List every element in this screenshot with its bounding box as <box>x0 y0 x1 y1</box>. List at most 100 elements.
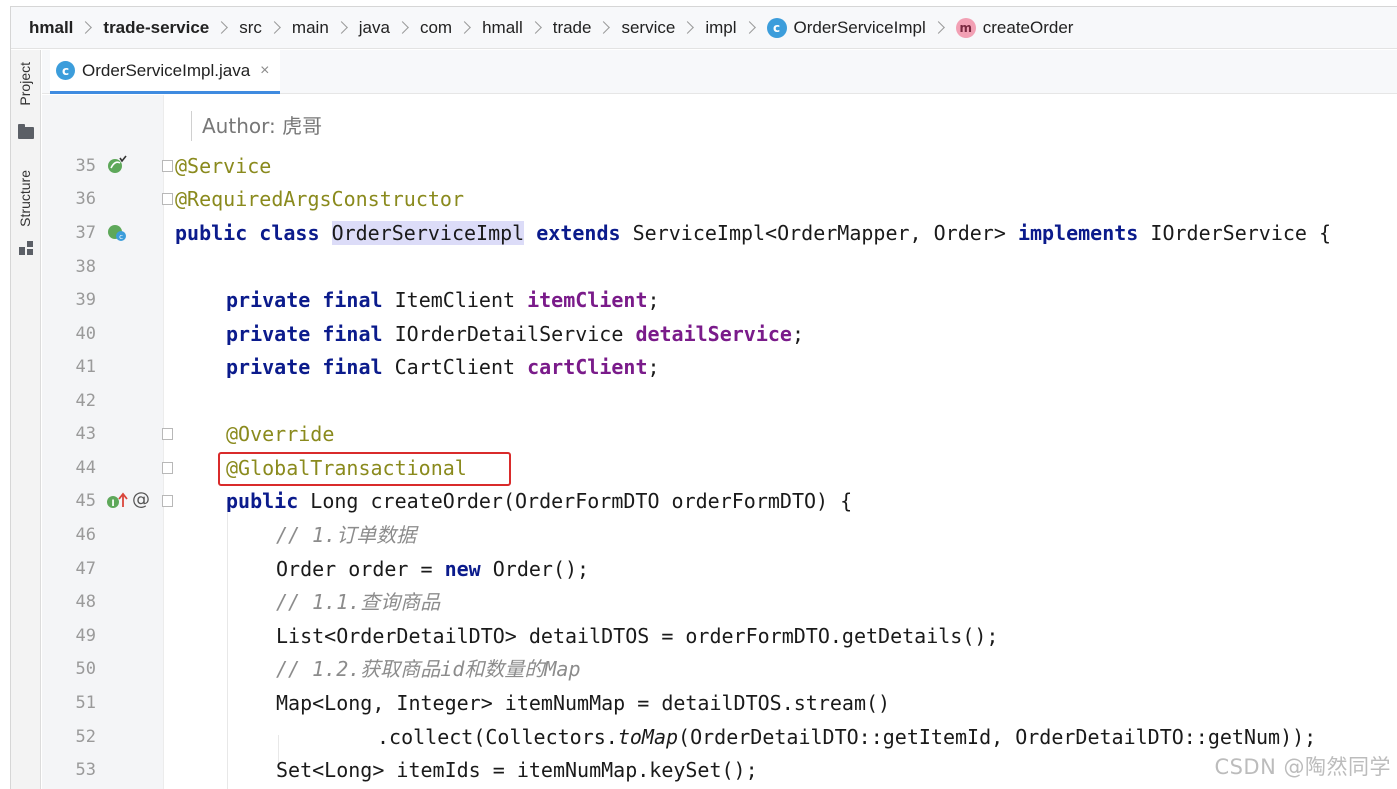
code-line: 45 I @ public Long createOrder(OrderForm… <box>42 485 1397 518</box>
code-line: 53 Set<Long> itemIds = itemNumMap.keySet… <box>42 754 1397 787</box>
editor-tab-bar: c OrderServiceImpl.java × <box>42 50 1397 94</box>
code-line: 35 @Service <box>42 150 1397 183</box>
code-text: @Service <box>175 154 272 178</box>
line-number: 47 <box>75 559 96 579</box>
line-number: 38 <box>75 257 96 277</box>
line-number: 51 <box>75 693 96 713</box>
line-number: 41 <box>75 357 96 377</box>
implements-method-icon[interactable]: I <box>106 491 128 511</box>
code-comment: // 1.2.获取商品id和数量的Map <box>276 657 581 681</box>
breadcrumb-item-method[interactable]: m createOrder <box>955 17 1074 38</box>
code-comment: // 1.1.查询商品 <box>276 590 441 614</box>
line-number: 37 <box>75 223 96 243</box>
fold-marker[interactable] <box>162 495 173 507</box>
code-line: 51 Map<Long, Integer> itemNumMap = detai… <box>42 687 1397 720</box>
code-text: public Long createOrder(OrderFormDTO ord… <box>226 489 853 513</box>
chevron-right-icon <box>681 21 695 34</box>
breadcrumb-method-label: createOrder <box>982 17 1074 37</box>
code-editor[interactable]: Author: 虎哥 35 @Service 36 @RequiredArgsC… <box>42 95 1397 789</box>
code-text: private final ItemClient itemClient; <box>226 288 660 312</box>
code-text: public class OrderServiceImpl extends Se… <box>175 221 1332 245</box>
code-line: 49 List<OrderDetailDTO> detailDTOS = ord… <box>42 620 1397 653</box>
code-text: private final IOrderDetailService detail… <box>226 322 805 346</box>
fold-marker[interactable] <box>162 160 173 172</box>
line-number: 40 <box>75 324 96 344</box>
watermark: CSDN @陶然同学 <box>1214 755 1391 779</box>
line-number: 53 <box>75 760 96 780</box>
project-tool-button[interactable]: Project <box>17 62 33 106</box>
chevron-right-icon <box>268 21 281 34</box>
structure-tool-button[interactable]: Structure <box>17 170 33 227</box>
breadcrumb-item-hmall[interactable]: hmall <box>29 18 73 38</box>
author-inlay-hint: Author: 虎哥 <box>191 111 322 141</box>
spring-bean-class-icon[interactable]: c <box>106 221 128 243</box>
structure-icon[interactable] <box>19 241 33 255</box>
code-line: 41 private final CartClient cartClient; <box>42 351 1397 384</box>
svg-text:I: I <box>111 499 114 509</box>
line-number: 36 <box>75 189 96 209</box>
breadcrumb-item-src[interactable]: src <box>239 18 262 38</box>
code-line: 50 // 1.2.获取商品id和数量的Map <box>42 653 1397 686</box>
chevron-right-icon <box>334 21 348 34</box>
highlight-box <box>218 452 511 486</box>
code-line: 36 @RequiredArgsConstructor <box>42 183 1397 216</box>
selected-identifier: OrderServiceImpl <box>331 221 525 245</box>
tool-window-strip: Project Structure <box>11 50 41 789</box>
chevron-right-icon <box>742 21 756 34</box>
breadcrumb-item-hmall-package[interactable]: hmall <box>482 18 523 38</box>
line-number: 44 <box>75 458 96 478</box>
at-icon[interactable]: @ <box>132 489 150 510</box>
line-number: 42 <box>75 391 96 411</box>
fold-marker[interactable] <box>162 193 173 205</box>
code-text: Map<Long, Integer> itemNumMap = detailDT… <box>276 691 891 715</box>
breadcrumb-item-java[interactable]: java <box>359 18 390 38</box>
breadcrumb-item-main[interactable]: main <box>292 18 329 38</box>
svg-text:c: c <box>119 233 123 241</box>
line-number: 43 <box>75 424 96 444</box>
code-text: @Override <box>226 422 335 446</box>
code-line: 52 .collect(Collectors.toMap(OrderDetail… <box>42 721 1397 754</box>
line-number: 48 <box>75 592 96 612</box>
fold-marker[interactable] <box>162 462 173 474</box>
tab-order-service-impl[interactable]: c OrderServiceImpl.java × <box>50 50 280 94</box>
breadcrumb-class-label: OrderServiceImpl <box>793 17 926 37</box>
code-line: 40 private final IOrderDetailService det… <box>42 318 1397 351</box>
line-number: 35 <box>75 156 96 176</box>
spring-bean-icon[interactable] <box>106 154 128 176</box>
close-icon[interactable]: × <box>260 62 269 80</box>
breadcrumb-item-class[interactable]: c OrderServiceImpl <box>766 17 926 38</box>
class-icon: c <box>56 61 75 80</box>
breadcrumb-item-impl[interactable]: impl <box>705 18 736 38</box>
chevron-right-icon <box>597 21 611 34</box>
breadcrumb: hmall trade-service src main java com hm… <box>11 7 1397 49</box>
line-number: 52 <box>75 727 96 747</box>
code-line: 38 <box>42 251 1397 284</box>
code-line: 47 Order order = new Order(); <box>42 553 1397 586</box>
folder-icon[interactable] <box>18 124 34 139</box>
code-comment: // 1.订单数据 <box>276 523 417 547</box>
code-text: List<OrderDetailDTO> detailDTOS = orderF… <box>276 624 999 648</box>
chevron-right-icon <box>528 21 542 34</box>
class-icon: c <box>766 17 787 38</box>
fold-marker[interactable] <box>162 428 173 440</box>
code-text: private final CartClient cartClient; <box>226 355 660 379</box>
code-line: 39 private final ItemClient itemClient; <box>42 284 1397 317</box>
method-icon: m <box>955 17 976 38</box>
line-number: 49 <box>75 626 96 646</box>
chevron-right-icon <box>215 21 229 34</box>
chevron-right-icon <box>931 21 945 34</box>
line-number: 46 <box>75 525 96 545</box>
breadcrumb-item-trade-service[interactable]: trade-service <box>103 18 209 38</box>
chevron-right-icon <box>396 21 409 34</box>
code-line: 48 // 1.1.查询商品 <box>42 586 1397 619</box>
chevron-right-icon <box>79 21 93 34</box>
code-line: 37 c public class OrderServiceImpl exten… <box>42 217 1397 250</box>
chevron-right-icon <box>458 21 471 34</box>
line-number: 45 <box>75 491 96 511</box>
code-line: 46 // 1.订单数据 <box>42 519 1397 552</box>
breadcrumb-item-trade[interactable]: trade <box>553 18 592 38</box>
line-number: 39 <box>75 290 96 310</box>
breadcrumb-item-service[interactable]: service <box>621 18 675 38</box>
code-text: .collect(Collectors.toMap(OrderDetailDTO… <box>377 725 1317 749</box>
breadcrumb-item-com[interactable]: com <box>420 18 452 38</box>
